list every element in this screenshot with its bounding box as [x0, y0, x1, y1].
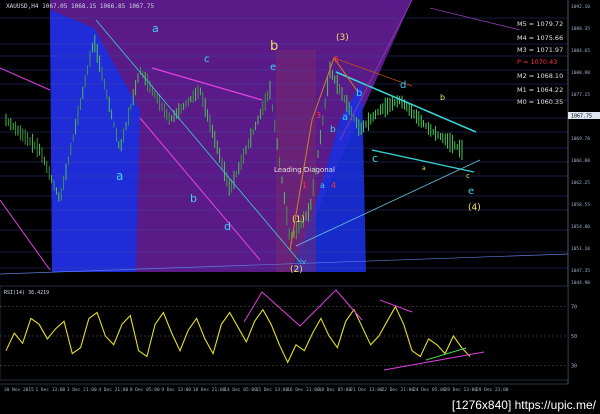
price-axis [568, 0, 600, 384]
time-label: 10 Dec 21:00 [193, 387, 226, 393]
watermark: [1276x840] https://upic.me/ [451, 398, 596, 412]
wave-label: a [320, 181, 325, 190]
wave-label: a [422, 165, 426, 172]
price-tick: 1058.55 [571, 202, 590, 208]
wave-label: (1) [292, 215, 305, 225]
wave-label: b [330, 125, 336, 135]
wave-label: (4) [468, 203, 481, 213]
wave-label: (3) [336, 33, 349, 43]
wave-label: c [372, 152, 378, 165]
wave-label: 1 [302, 181, 307, 190]
time-label: 21 Dec 13:00 [350, 387, 383, 393]
time-label: 16 Dec 21:00 [287, 387, 320, 393]
price-tick: 1084.65 [571, 48, 590, 54]
time-label: 15 Dec 13:00 [256, 387, 289, 393]
leading-diagonal-annotation: Leading Diagonal [274, 166, 335, 174]
level-label: P = 1070.43 [517, 58, 557, 66]
wave-label: a [116, 169, 123, 183]
level-label: M0 = 1060.35 [517, 98, 563, 106]
price-chart[interactable]: aabcdbe(3)53babcdbace(4)1 a 4(1)(2)ivLeadi… [0, 0, 600, 414]
wave-label: iv [300, 258, 306, 266]
time-label: 1 Dec 13:00 [35, 387, 65, 393]
time-label: 4 Dec 21:00 [98, 387, 128, 393]
current-price: 1067.75 [571, 114, 592, 120]
wave-label: b [190, 192, 197, 205]
wave-label: d [400, 80, 406, 91]
wave-label: d [224, 220, 231, 233]
time-label: 28 Dec 13:00 [445, 387, 478, 393]
rsi-tick: 30 [571, 363, 577, 369]
price-tick: 1047.35 [571, 268, 590, 274]
wave-label: 4 [331, 181, 336, 190]
wave-label: 3 [316, 111, 321, 120]
wave-label: c [204, 54, 210, 65]
time-label: 29 Dec 21:00 [476, 387, 509, 393]
rsi-tick: 50 [571, 334, 577, 340]
time-label: 14 Dec 05:00 [224, 387, 257, 393]
price-tick: 1051.10 [571, 246, 590, 252]
trading-chart-window: a a b c d b e (3) 5 3 b a b c d b a c e (4) 1 a 4 (1) (2) iv Leadi… [0, 0, 600, 414]
wave-label: c [466, 172, 470, 180]
wave-label: b [440, 93, 445, 102]
level-label: M2 = 1068.10 [517, 72, 563, 80]
chart-title: XAUUSD,H4 1067.05 1068.15 1066.85 1067.7… [6, 3, 155, 10]
wave-label: a [152, 22, 159, 35]
time-label: 9 Dec 13:00 [161, 387, 191, 393]
magenta-trendline [0, 199, 51, 271]
price-tick: 1088.35 [571, 26, 590, 32]
wave-label: 5 [334, 55, 339, 64]
time-label: 22 Dec 21:00 [382, 387, 415, 393]
price-tick: 1069.70 [571, 136, 590, 142]
purple-trendline [429, 7, 521, 31]
level-label: M1 = 1064.22 [517, 86, 563, 94]
wave-label: b [270, 39, 278, 54]
time-label: 24 Dec 05:00 [413, 387, 446, 393]
magenta-trendline [0, 67, 51, 91]
wave-label: e [270, 62, 276, 73]
wave-label: a [342, 112, 348, 123]
wave-label: b [356, 88, 362, 99]
price-tick: 1062.25 [571, 180, 590, 186]
time-label: 3 Dec 21:00 [67, 387, 97, 393]
rsi-tick: 70 [571, 305, 577, 311]
time-label: 8 Dec 05:00 [130, 387, 160, 393]
price-tick: 1044.90 [571, 280, 590, 286]
time-label: 30 Nov 2015 [4, 387, 34, 393]
price-tick: 1080.90 [571, 70, 590, 76]
price-tick: 1077.15 [571, 92, 590, 98]
time-label: 18 Dec 05:00 [319, 387, 352, 393]
level-label: M5 = 1079.72 [517, 20, 563, 28]
wave-label: e [468, 186, 474, 197]
rsi-title: RSI(14) 36.4219 [4, 290, 49, 296]
price-tick: 1066.00 [571, 158, 590, 164]
wave-label: (2) [290, 265, 303, 275]
level-label: M4 = 1075.66 [517, 34, 563, 42]
level-label: M3 = 1071.97 [517, 46, 563, 54]
price-tick: 1054.80 [571, 224, 590, 230]
price-tick: 1092.10 [571, 4, 590, 10]
